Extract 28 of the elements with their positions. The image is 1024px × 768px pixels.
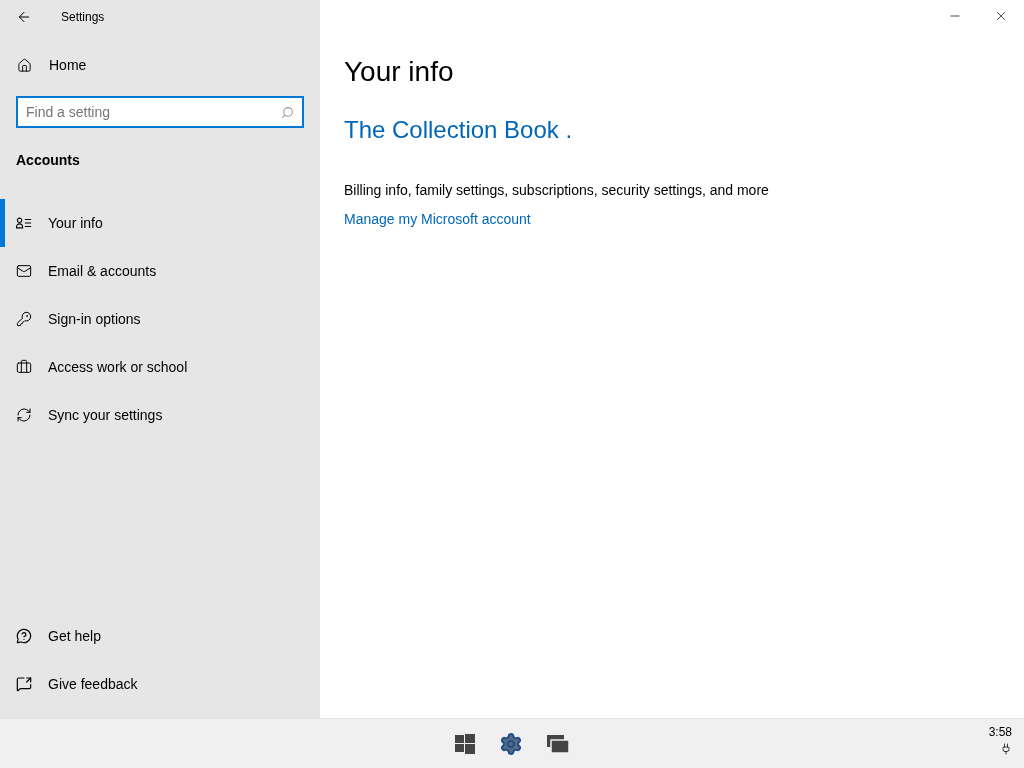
nav-item[interactable]: Email & accounts (0, 247, 320, 295)
nav-item[interactable]: Access work or school (0, 343, 320, 391)
person-list-icon (16, 215, 32, 231)
close-icon (994, 9, 1008, 23)
envelope-icon (16, 263, 32, 279)
search-field[interactable]: Find a setting (16, 96, 304, 128)
help-link[interactable]: Get help (0, 612, 320, 660)
section-heading: Accounts (15, 151, 81, 170)
help-link[interactable]: Give feedback (0, 660, 320, 708)
settings-icon[interactable] (499, 731, 523, 756)
help-bubble-icon (16, 628, 32, 644)
plug-icon (1000, 743, 1012, 755)
key-icon (16, 311, 32, 327)
sync-icon (16, 407, 32, 423)
nav-item[interactable]: Sign-in options (0, 295, 320, 343)
task-view-icon[interactable] (547, 734, 569, 753)
window-title: Settings (61, 8, 105, 26)
account-name: The Collection Book . (344, 115, 573, 145)
home-nav-item[interactable]: Home (0, 41, 320, 89)
windows-logo-icon[interactable] (455, 733, 475, 754)
home-icon (17, 57, 32, 73)
clock-text: 3:58 (988, 725, 1012, 739)
search-icon (281, 106, 294, 119)
briefcase-icon (16, 359, 32, 375)
page-title: Your info (344, 55, 454, 89)
manage-account-link[interactable]: Manage my Microsoft account (344, 209, 531, 230)
nav-item[interactable]: Sync your settings (0, 391, 320, 439)
description-text: Billing info, family settings, subscriptions, security settings, and more (344, 181, 769, 200)
